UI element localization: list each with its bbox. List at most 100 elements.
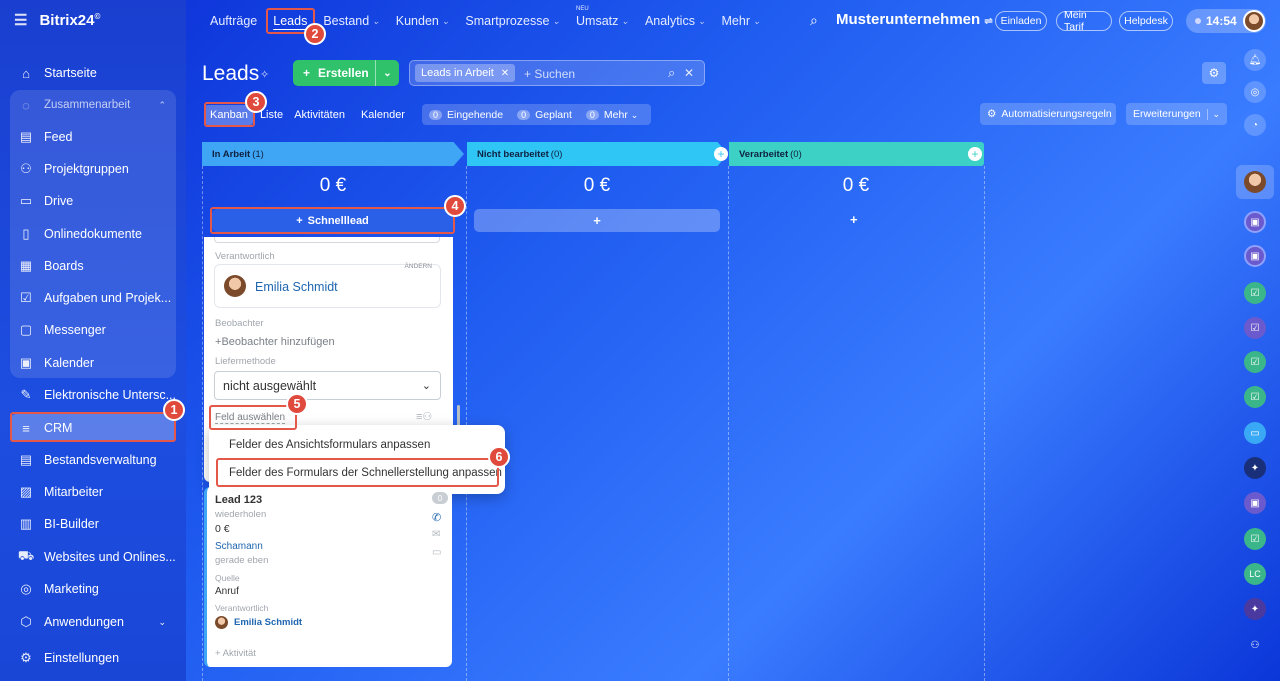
tab-kalender[interactable]: Kalender <box>361 109 405 121</box>
sidebar-item-bi-builder[interactable]: ▥ BI-Builder <box>10 510 176 538</box>
lead-title[interactable]: Lead 123 <box>215 494 262 506</box>
create-button[interactable]: + Erstellen ⌄ <box>293 60 399 86</box>
add-observer-label: Beobachter hinzufügen <box>221 336 335 348</box>
sidebar-item-mitarbeiter[interactable]: ▨ Mitarbeiter <box>10 478 176 506</box>
tab-liste[interactable]: Liste <box>260 109 283 121</box>
sidebar-item-kalender[interactable]: ▣ Kalender <box>10 349 176 377</box>
sidebar-item-zusammenarbeit[interactable]: ◌ Zusammenarbeit ⌃ <box>10 91 176 119</box>
create-label: Erstellen <box>318 66 369 80</box>
add-activity-link[interactable]: + Aktivität <box>215 648 256 659</box>
column-header-verarbeitet[interactable]: Verarbeitet (0) <box>729 142 984 166</box>
chevron-down-icon[interactable]: ⌄ <box>1207 108 1220 120</box>
menu-item-view-form[interactable]: Felder des Ansichtsformulars anpassen <box>229 439 430 451</box>
responsible-name[interactable]: Emilia Schmidt <box>234 617 302 628</box>
tab-aktivitaeten[interactable]: Aktivitäten <box>294 109 345 121</box>
filter-search-box[interactable]: Leads in Arbeit ✕ + Suchen ⌕ ✕ <box>409 60 705 86</box>
copilot-icon[interactable]: ◎ <box>1244 81 1266 103</box>
sidebar-item-websites[interactable]: ⛟ Websites und Onlines... <box>10 543 176 571</box>
chat-icon[interactable]: ▭ <box>432 547 441 558</box>
plus-icon: + <box>303 66 311 80</box>
responsible-box[interactable]: ÄNDERN Emilia Schmidt <box>214 263 441 308</box>
search-icon[interactable]: ⌕ <box>810 12 818 29</box>
responsible-name[interactable]: Emilia Schmidt <box>255 280 338 294</box>
task-chat-icon[interactable]: ☑ <box>1244 528 1266 550</box>
counter-more[interactable]: 0 Mehr ⌄ <box>585 109 638 121</box>
chat-search-icon[interactable]: ◔ <box>1244 114 1266 136</box>
clear-icon[interactable]: ✕ <box>684 66 694 80</box>
nav-mehr[interactable]: Mehr ⌄ <box>722 14 761 28</box>
extensions-button[interactable]: Erweiterungen ⌄ <box>1126 103 1227 125</box>
group-chat-icon[interactable]: ▣ <box>1244 211 1266 233</box>
task-chat-icon[interactable]: ☑ <box>1244 317 1266 339</box>
company-name[interactable]: Musterunternehmen ⇌ <box>836 11 993 28</box>
helpdesk-button[interactable]: Helpdesk <box>1119 11 1173 31</box>
sidebar-item-bestandsverwaltung[interactable]: ▤ Bestandsverwaltung <box>10 446 176 474</box>
task-chat-icon[interactable]: ☑ <box>1244 351 1266 373</box>
sidebar-item-anwendungen[interactable]: ⬡ Anwendungen ⌄ <box>10 608 176 636</box>
menu-burger-icon[interactable]: ☰ <box>14 11 27 29</box>
nav-smartprozesse[interactable]: Smartprozesse ⌄ <box>465 14 560 28</box>
search-input[interactable]: + Suchen <box>524 67 575 81</box>
filter-tag[interactable]: Leads in Arbeit ✕ <box>415 64 516 82</box>
mail-icon[interactable]: ✉ <box>432 529 440 540</box>
bell-icon[interactable]: 🔔︎ <box>1244 49 1266 71</box>
page-title: Leads <box>202 62 260 85</box>
nav-auftraege[interactable]: Aufträge <box>210 14 257 28</box>
chevron-down-icon[interactable]: ⌄ <box>375 60 399 86</box>
add-observer-link[interactable]: +Beobachter hinzufügen <box>215 336 335 348</box>
lead-card[interactable]: Lead 123 0 wiederholen 0 € ✆ ✉ ▭ Schaman… <box>204 487 452 667</box>
remove-tag-icon[interactable]: ✕ <box>501 68 509 79</box>
user-avatar[interactable] <box>1244 171 1266 193</box>
sidebar-item-onlinedokumente[interactable]: ▯ Onlinedokumente <box>10 220 176 248</box>
field-settings-icon[interactable]: ≡⚇ <box>416 410 432 423</box>
add-column-icon[interactable]: + <box>968 147 982 161</box>
search-icon[interactable]: ⌕ <box>668 65 675 81</box>
nav-analytics[interactable]: Analytics ⌄ <box>645 14 706 28</box>
sidebar-item-drive[interactable]: ▭ Drive <box>10 187 176 215</box>
sidebar-item-messenger[interactable]: ▢ Messenger <box>10 316 176 344</box>
sidebar-item-aufgaben[interactable]: ☑ Aufgaben und Projek... <box>10 284 176 312</box>
sidebar-item-marketing[interactable]: ◎ Marketing <box>10 575 176 603</box>
nav-kunden[interactable]: Kunden ⌄ <box>396 14 450 28</box>
add-column-icon[interactable]: + <box>714 147 728 161</box>
sidebar-item-signatur[interactable]: ✎ Elektronische Untersc... <box>10 381 176 409</box>
sidebar-item-feed[interactable]: ▤ Feed <box>10 123 176 151</box>
delivery-select[interactable]: nicht ausgewählt ⌄ <box>214 371 441 400</box>
quick-add-button[interactable]: + <box>850 212 858 227</box>
tariff-button[interactable]: Mein Tarif <box>1056 9 1112 33</box>
column-header-in-arbeit[interactable]: In Arbeit (1) <box>202 142 464 166</box>
column-header-nicht-bearbeitet[interactable]: Nicht bearbeitet (0) <box>467 142 728 166</box>
task-chat-icon[interactable]: ☑ <box>1244 386 1266 408</box>
company-label: Musterunternehmen <box>836 11 981 28</box>
pin-icon[interactable]: ✧ <box>260 68 269 81</box>
sidebar-item-startseite[interactable]: ⌂ Startseite <box>10 59 176 87</box>
logo[interactable]: ☰ Bitrix24© <box>14 11 100 30</box>
invite-button[interactable]: Einladen <box>995 11 1047 31</box>
nav-umsatz[interactable]: Umsatz ⌄ NEU <box>576 6 629 28</box>
counter-planned[interactable]: 0 Geplant <box>517 109 572 121</box>
users-icon[interactable]: ⚇ <box>1244 634 1266 656</box>
change-link[interactable]: ÄNDERN <box>405 263 432 270</box>
counter-incoming[interactable]: 0 Eingehende <box>429 109 503 121</box>
channel-avatar[interactable]: ✦ <box>1244 598 1266 620</box>
phone-icon[interactable]: ✆ <box>432 511 441 524</box>
user-avatar[interactable] <box>1243 10 1265 32</box>
quick-add-button[interactable]: + <box>474 209 720 232</box>
repeat-label[interactable]: wiederholen <box>215 509 266 520</box>
sidebar-item-einstellungen[interactable]: ⚙ Einstellungen <box>10 644 176 672</box>
sidebar-item-boards[interactable]: ▦ Boards <box>10 252 176 280</box>
group-chat-icon[interactable]: ▣ <box>1244 492 1266 514</box>
chevron-down-icon[interactable]: ⌄ <box>158 617 166 628</box>
nav-bestand[interactable]: Bestand ⌄ <box>323 14 379 28</box>
settings-gear-button[interactable]: ⚙ <box>1202 62 1226 84</box>
group-chat-icon[interactable]: ▣ <box>1244 245 1266 267</box>
task-chat-icon[interactable]: ☑ <box>1244 282 1266 304</box>
chevron-up-icon[interactable]: ⌃ <box>158 100 166 111</box>
message-chat-icon[interactable]: ▭ <box>1244 422 1266 444</box>
contact-avatar-lc[interactable]: LC <box>1244 563 1266 585</box>
lead-amount: 0 € <box>215 523 230 535</box>
channel-avatar[interactable]: ✦ <box>1244 457 1266 479</box>
automation-rules-button[interactable]: ⚙ Automatisierungsregeln <box>980 103 1116 125</box>
contact-name[interactable]: Schamann <box>215 541 263 552</box>
sidebar-item-projektgruppen[interactable]: ⚇ Projektgruppen <box>10 155 176 183</box>
